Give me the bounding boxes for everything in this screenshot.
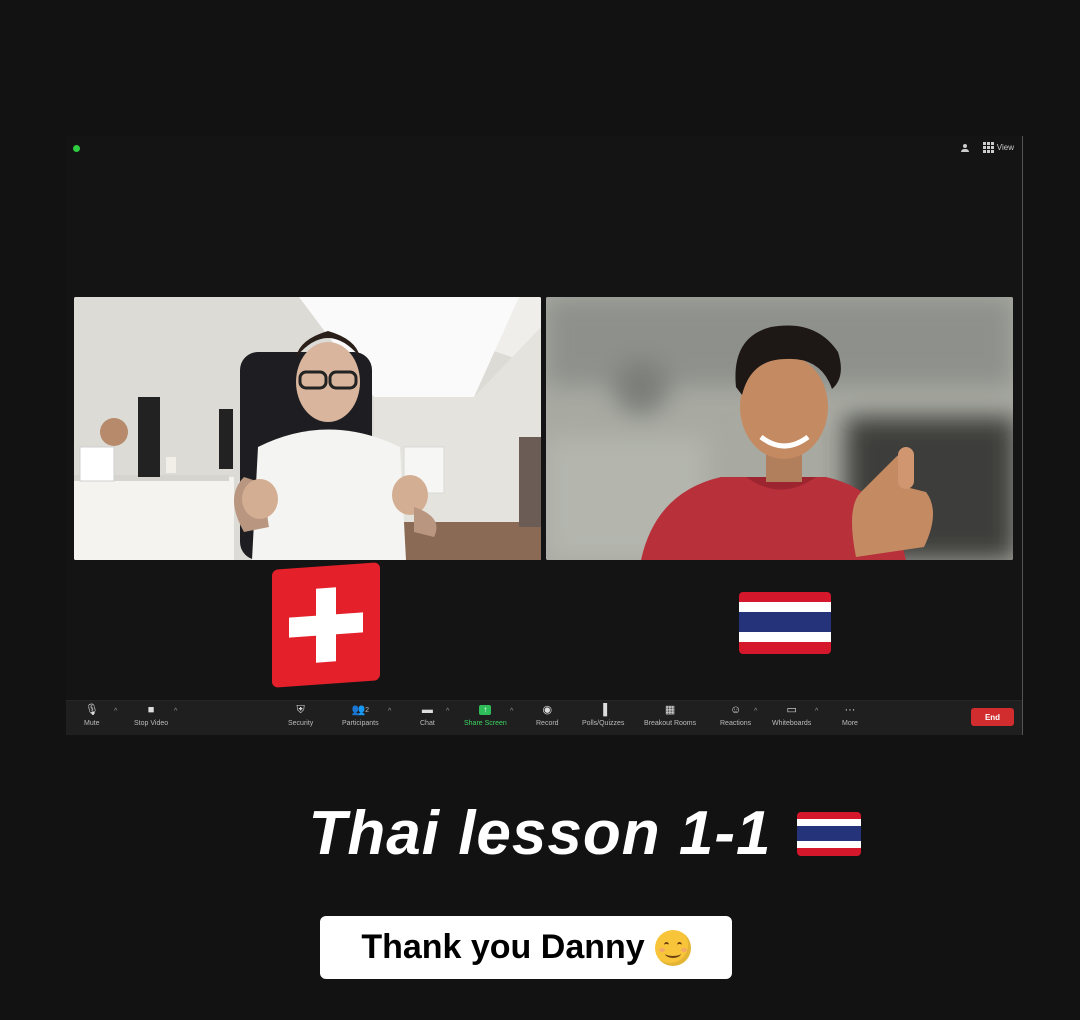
chat-options-caret-icon[interactable]: ^: [446, 708, 449, 715]
stop-video-button[interactable]: ■ Stop Video: [134, 704, 168, 727]
reactions-label: Reactions: [720, 720, 752, 727]
participants-icon: 👥 2: [351, 703, 370, 716]
breakout-icon: ▦: [664, 703, 676, 716]
breakout-rooms-button[interactable]: ▦ Breakout Rooms: [644, 704, 696, 727]
share-screen-button[interactable]: ↑ Share Screen: [464, 704, 507, 727]
shield-icon: ⛨: [296, 703, 305, 716]
more-button[interactable]: ··· More: [842, 704, 858, 727]
share-screen-label: Share Screen: [464, 720, 507, 727]
video-options-caret-icon[interactable]: ^: [174, 708, 177, 715]
record-label: Record: [536, 720, 559, 727]
mute-label: Mute: [84, 720, 100, 727]
participants-count: 2: [365, 706, 370, 714]
breakout-rooms-label: Breakout Rooms: [644, 720, 697, 727]
thank-you-text: Thank you Danny: [361, 928, 645, 966]
video-camera-icon: ■: [147, 703, 155, 716]
chat-label: Chat: [420, 720, 435, 727]
switzerland-flag-icon: [272, 562, 380, 688]
record-icon: ◉: [542, 703, 553, 716]
story-title: Thai lesson 1-1: [0, 798, 1080, 869]
speaker-view-icon[interactable]: [960, 143, 969, 152]
story-title-text: Thai lesson 1-1: [308, 799, 772, 868]
chat-button[interactable]: ▬ Chat: [420, 704, 435, 727]
thailand-flag-icon: [797, 811, 862, 856]
participants-options-caret-icon[interactable]: ^: [388, 708, 391, 715]
more-icon: ···: [844, 703, 856, 716]
chat-icon: ▬: [421, 703, 433, 716]
participant-video-left: [74, 297, 541, 560]
stop-video-label: Stop Video: [134, 720, 169, 727]
top-right-controls: View: [960, 142, 1014, 153]
reaction-icon: ☺: [729, 703, 742, 716]
more-label: More: [842, 720, 858, 727]
reactions-button[interactable]: ☺ Reactions: [720, 704, 751, 727]
poll-icon: ▐: [599, 703, 608, 716]
thank-you-sticker: Thank you Danny: [320, 916, 732, 979]
view-label: View: [996, 143, 1014, 152]
mute-button[interactable]: 🎙 Mute: [84, 704, 100, 727]
share-options-caret-icon[interactable]: ^: [510, 708, 513, 715]
share-screen-icon: ↑: [479, 704, 492, 716]
polls-button[interactable]: ▐ Polls/Quizzes: [582, 704, 624, 727]
smiling-face-icon: [654, 929, 691, 966]
end-meeting-button[interactable]: End: [971, 708, 1014, 726]
view-button[interactable]: View: [982, 142, 1014, 153]
whiteboards-label: Whiteboards: [772, 720, 812, 727]
whiteboard-icon: ▭: [786, 703, 797, 716]
participants-button[interactable]: 👥 2 Participants: [342, 704, 379, 727]
polls-label: Polls/Quizzes: [582, 720, 625, 727]
record-button[interactable]: ◉ Record: [536, 704, 559, 727]
security-label: Security: [288, 720, 314, 727]
meeting-toolbar: 🎙 Mute ^ ■ Stop Video ^ ⛨ Security 👥 2 Pa…: [66, 700, 1022, 735]
reactions-options-caret-icon[interactable]: ^: [754, 708, 757, 715]
participant-video-right: [546, 297, 1013, 560]
video-tile-left[interactable]: [74, 297, 541, 560]
microphone-icon: 🎙: [84, 703, 99, 716]
mute-options-caret-icon[interactable]: ^: [114, 708, 117, 715]
video-tile-right[interactable]: [546, 297, 1013, 560]
whiteboards-options-caret-icon[interactable]: ^: [815, 708, 818, 715]
thailand-flag-icon: [739, 592, 831, 654]
grid-icon: [982, 142, 994, 153]
whiteboards-button[interactable]: ▭ Whiteboards: [772, 704, 811, 727]
encryption-shield-icon[interactable]: [73, 145, 80, 152]
participants-label: Participants: [342, 720, 379, 727]
security-button[interactable]: ⛨ Security: [288, 704, 313, 727]
